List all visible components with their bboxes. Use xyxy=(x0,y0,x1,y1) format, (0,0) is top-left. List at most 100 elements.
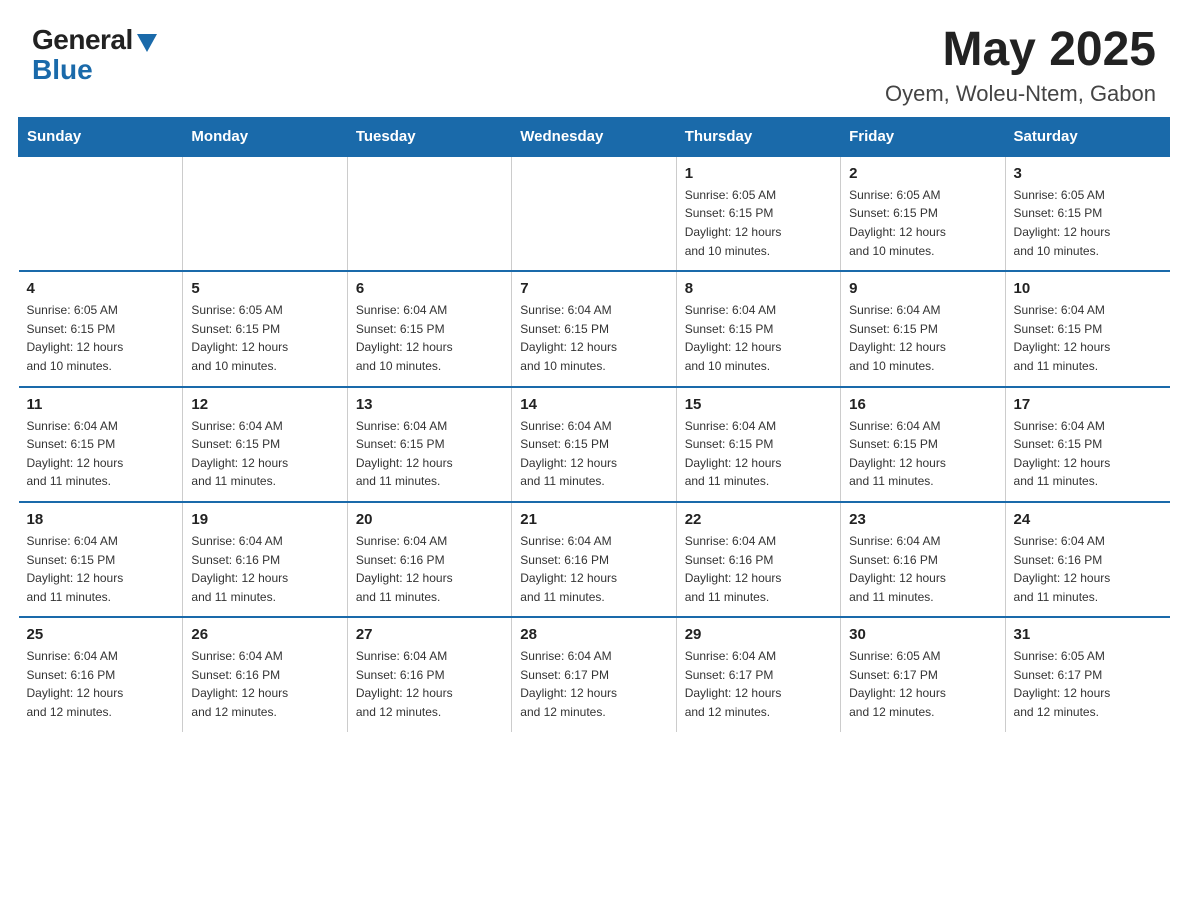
day-info: Sunrise: 6:05 AMSunset: 6:15 PMDaylight:… xyxy=(27,301,175,375)
calendar-day-cell: 10 Sunrise: 6:04 AMSunset: 6:15 PMDayligh… xyxy=(1005,271,1169,386)
calendar-day-cell: 11 Sunrise: 6:04 AMSunset: 6:15 PMDayligh… xyxy=(19,387,183,502)
calendar-day-cell: 5 Sunrise: 6:05 AMSunset: 6:15 PMDaylight… xyxy=(183,271,347,386)
calendar-day-cell: 27 Sunrise: 6:04 AMSunset: 6:16 PMDayligh… xyxy=(347,617,511,731)
day-info: Sunrise: 6:05 AMSunset: 6:17 PMDaylight:… xyxy=(849,647,996,721)
day-number: 10 xyxy=(1014,280,1162,297)
day-info: Sunrise: 6:04 AMSunset: 6:16 PMDaylight:… xyxy=(520,532,667,606)
day-number: 22 xyxy=(685,511,832,528)
calendar-header-row: SundayMondayTuesdayWednesdayThursdayFrid… xyxy=(19,117,1170,156)
day-info: Sunrise: 6:04 AMSunset: 6:16 PMDaylight:… xyxy=(685,532,832,606)
calendar-day-cell: 19Sunrise: 6:04 AMSunset: 6:16 PMDayligh… xyxy=(183,502,347,617)
calendar-day-cell: 14 Sunrise: 6:04 AMSunset: 6:15 PMDayligh… xyxy=(512,387,676,502)
calendar-day-cell: 6 Sunrise: 6:04 AMSunset: 6:15 PMDaylight… xyxy=(347,271,511,386)
day-number: 28 xyxy=(520,626,667,643)
calendar-day-cell: 7 Sunrise: 6:04 AMSunset: 6:15 PMDaylight… xyxy=(512,271,676,386)
day-number: 21 xyxy=(520,511,667,528)
logo-blue-text: Blue xyxy=(32,54,93,86)
calendar-day-cell: 20 Sunrise: 6:04 AMSunset: 6:16 PMDayligh… xyxy=(347,502,511,617)
calendar-day-cell: 22 Sunrise: 6:04 AMSunset: 6:16 PMDayligh… xyxy=(676,502,840,617)
calendar-day-cell: 8Sunrise: 6:04 AMSunset: 6:15 PMDaylight… xyxy=(676,271,840,386)
calendar-day-cell: 16Sunrise: 6:04 AMSunset: 6:15 PMDayligh… xyxy=(841,387,1005,502)
day-number: 12 xyxy=(191,396,338,413)
day-number: 20 xyxy=(356,511,503,528)
day-of-week-header: Wednesday xyxy=(512,117,676,156)
day-number: 5 xyxy=(191,280,338,297)
calendar-day-cell: 13 Sunrise: 6:04 AMSunset: 6:15 PMDayligh… xyxy=(347,387,511,502)
calendar-day-cell: 23 Sunrise: 6:04 AMSunset: 6:16 PMDayligh… xyxy=(841,502,1005,617)
day-of-week-header: Tuesday xyxy=(347,117,511,156)
day-info: Sunrise: 6:04 AMSunset: 6:15 PMDaylight:… xyxy=(685,301,832,375)
day-number: 31 xyxy=(1014,626,1162,643)
day-number: 14 xyxy=(520,396,667,413)
day-of-week-header: Saturday xyxy=(1005,117,1169,156)
day-info: Sunrise: 6:05 AMSunset: 6:15 PMDaylight:… xyxy=(191,301,338,375)
day-number: 7 xyxy=(520,280,667,297)
calendar-week-row: 18 Sunrise: 6:04 AMSunset: 6:15 PMDayligh… xyxy=(19,502,1170,617)
title-block: May 2025 Oyem, Woleu-Ntem, Gabon xyxy=(885,24,1156,107)
day-info: Sunrise: 6:04 AMSunset: 6:16 PMDaylight:… xyxy=(356,532,503,606)
calendar-day-cell: 9Sunrise: 6:04 AMSunset: 6:15 PMDaylight… xyxy=(841,271,1005,386)
day-info: Sunrise: 6:04 AMSunset: 6:16 PMDaylight:… xyxy=(1014,532,1162,606)
logo-triangle-icon xyxy=(137,34,157,52)
day-number: 23 xyxy=(849,511,996,528)
calendar-day-cell: 4Sunrise: 6:05 AMSunset: 6:15 PMDaylight… xyxy=(19,271,183,386)
day-number: 25 xyxy=(27,626,175,643)
page-header: General Blue May 2025 Oyem, Woleu-Ntem, … xyxy=(0,0,1188,117)
calendar-day-cell: 26Sunrise: 6:04 AMSunset: 6:16 PMDayligh… xyxy=(183,617,347,731)
day-info: Sunrise: 6:04 AMSunset: 6:15 PMDaylight:… xyxy=(1014,301,1162,375)
day-of-week-header: Sunday xyxy=(19,117,183,156)
day-info: Sunrise: 6:04 AMSunset: 6:15 PMDaylight:… xyxy=(520,417,667,491)
day-info: Sunrise: 6:04 AMSunset: 6:15 PMDaylight:… xyxy=(27,532,175,606)
day-info: Sunrise: 6:04 AMSunset: 6:15 PMDaylight:… xyxy=(685,417,832,491)
day-info: Sunrise: 6:05 AMSunset: 6:15 PMDaylight:… xyxy=(685,186,832,260)
day-number: 15 xyxy=(685,396,832,413)
calendar-day-cell xyxy=(512,156,676,271)
calendar-day-cell: 30 Sunrise: 6:05 AMSunset: 6:17 PMDayligh… xyxy=(841,617,1005,731)
calendar-week-row: 11 Sunrise: 6:04 AMSunset: 6:15 PMDayligh… xyxy=(19,387,1170,502)
calendar-day-cell: 2 Sunrise: 6:05 AMSunset: 6:15 PMDaylight… xyxy=(841,156,1005,271)
day-number: 26 xyxy=(191,626,338,643)
day-number: 16 xyxy=(849,396,996,413)
day-info: Sunrise: 6:05 AMSunset: 6:15 PMDaylight:… xyxy=(1014,186,1162,260)
day-info: Sunrise: 6:04 AMSunset: 6:15 PMDaylight:… xyxy=(356,417,503,491)
calendar-day-cell: 1 Sunrise: 6:05 AMSunset: 6:15 PMDaylight… xyxy=(676,156,840,271)
day-number: 6 xyxy=(356,280,503,297)
day-info: Sunrise: 6:04 AMSunset: 6:17 PMDaylight:… xyxy=(685,647,832,721)
calendar-week-row: 1 Sunrise: 6:05 AMSunset: 6:15 PMDaylight… xyxy=(19,156,1170,271)
day-number: 19 xyxy=(191,511,338,528)
calendar-day-cell: 31Sunrise: 6:05 AMSunset: 6:17 PMDayligh… xyxy=(1005,617,1169,731)
day-number: 13 xyxy=(356,396,503,413)
day-number: 30 xyxy=(849,626,996,643)
day-number: 29 xyxy=(685,626,832,643)
day-number: 1 xyxy=(685,165,832,182)
day-number: 11 xyxy=(27,396,175,413)
day-info: Sunrise: 6:04 AMSunset: 6:16 PMDaylight:… xyxy=(27,647,175,721)
day-number: 18 xyxy=(27,511,175,528)
day-info: Sunrise: 6:04 AMSunset: 6:15 PMDaylight:… xyxy=(1014,417,1162,491)
day-number: 27 xyxy=(356,626,503,643)
calendar-day-cell: 18 Sunrise: 6:04 AMSunset: 6:15 PMDayligh… xyxy=(19,502,183,617)
calendar-table: SundayMondayTuesdayWednesdayThursdayFrid… xyxy=(18,117,1170,732)
day-number: 17 xyxy=(1014,396,1162,413)
day-info: Sunrise: 6:04 AMSunset: 6:15 PMDaylight:… xyxy=(356,301,503,375)
day-info: Sunrise: 6:05 AMSunset: 6:15 PMDaylight:… xyxy=(849,186,996,260)
day-number: 2 xyxy=(849,165,996,182)
day-info: Sunrise: 6:04 AMSunset: 6:16 PMDaylight:… xyxy=(849,532,996,606)
calendar-week-row: 4Sunrise: 6:05 AMSunset: 6:15 PMDaylight… xyxy=(19,271,1170,386)
calendar-title: May 2025 xyxy=(885,24,1156,77)
calendar-day-cell xyxy=(347,156,511,271)
calendar-day-cell xyxy=(19,156,183,271)
calendar-day-cell: 29 Sunrise: 6:04 AMSunset: 6:17 PMDayligh… xyxy=(676,617,840,731)
day-info: Sunrise: 6:04 AMSunset: 6:15 PMDaylight:… xyxy=(520,301,667,375)
day-number: 9 xyxy=(849,280,996,297)
calendar-day-cell: 21 Sunrise: 6:04 AMSunset: 6:16 PMDayligh… xyxy=(512,502,676,617)
day-info: Sunrise: 6:04 AMSunset: 6:16 PMDaylight:… xyxy=(356,647,503,721)
day-info: Sunrise: 6:04 AMSunset: 6:15 PMDaylight:… xyxy=(191,417,338,491)
calendar-day-cell: 28 Sunrise: 6:04 AMSunset: 6:17 PMDayligh… xyxy=(512,617,676,731)
day-info: Sunrise: 6:04 AMSunset: 6:17 PMDaylight:… xyxy=(520,647,667,721)
logo: General Blue xyxy=(32,24,157,86)
calendar-day-cell xyxy=(183,156,347,271)
day-info: Sunrise: 6:04 AMSunset: 6:15 PMDaylight:… xyxy=(27,417,175,491)
logo-general-text: General xyxy=(32,24,133,56)
day-of-week-header: Monday xyxy=(183,117,347,156)
